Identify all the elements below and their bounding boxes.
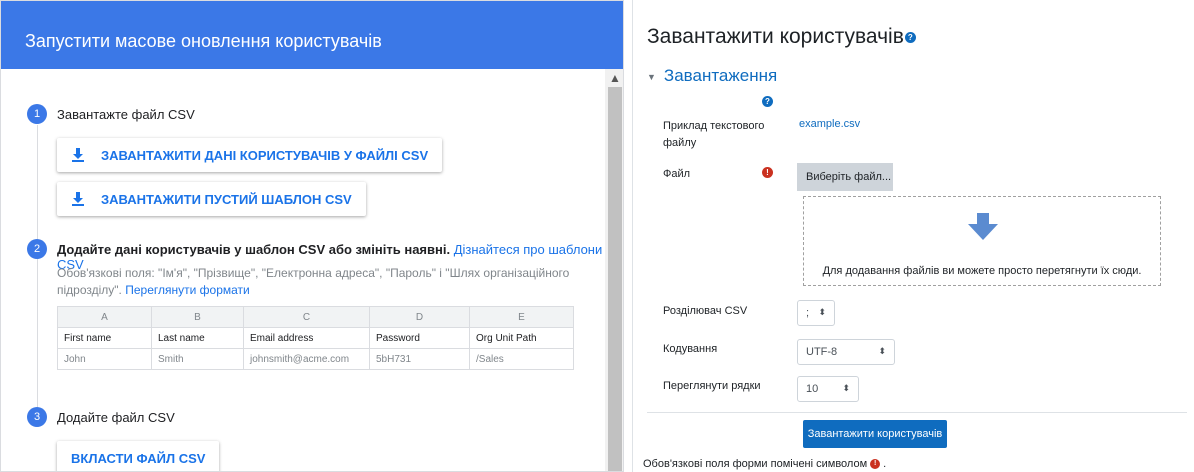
scroll-up-arrow-icon[interactable]: ▲	[605, 69, 623, 87]
sheet-cell: Smith	[151, 348, 244, 370]
step-2-number: 2	[27, 239, 47, 259]
sheet-cell: 5bH731	[369, 348, 470, 370]
step-2-title-text: Додайте дані користувачів у шаблон CSV а…	[57, 242, 451, 257]
form-divider	[647, 412, 1187, 413]
sheet-column-header: A	[57, 306, 152, 328]
select-arrows-icon: ⬍	[878, 346, 886, 356]
upload-users-form: Завантажити користувачів? ▼ Завантаження …	[632, 0, 1194, 472]
attach-csv-label: ВКЛАСТИ ФАЙЛ CSV	[71, 450, 206, 466]
section-title: Завантаження	[663, 66, 778, 85]
encoding-select[interactable]: UTF-8 ⬍	[797, 339, 895, 365]
csv-example-sheet: A B C D E First name Last name Email add…	[57, 306, 574, 370]
scrollbar-thumb[interactable]	[608, 87, 622, 471]
file-drop-zone[interactable]: Для додавання файлів ви можете просто пе…	[803, 196, 1161, 286]
choose-file-button[interactable]: Виберіть файл...	[797, 163, 893, 191]
download-icon	[71, 148, 85, 162]
step-connector	[37, 257, 38, 407]
delimiter-select[interactable]: ; ⬍	[797, 300, 835, 326]
table-row: First name Last name Email address Passw…	[57, 327, 574, 349]
required-icon: !	[762, 167, 773, 178]
bulk-update-dialog: Запустити масове оновлення користувачів …	[0, 0, 624, 472]
required-fields-footer: Обов'язкові поля форми помічені символом…	[643, 458, 887, 470]
example-csv-link[interactable]: example.csv	[799, 118, 860, 130]
table-row: John Smith johnsmith@acme.com 5bH731 /Sa…	[57, 348, 574, 370]
page-title-text: Завантажити користувачів	[647, 25, 904, 48]
sheet-cell: Last name	[151, 327, 244, 349]
dialog-title: Запустити масове оновлення користувачів	[25, 31, 382, 51]
attach-csv-button[interactable]: ВКЛАСТИ ФАЙЛ CSV	[57, 441, 220, 471]
download-user-data-label: ЗАВАНТАЖИТИ ДАНІ КОРИСТУВАЧІВ У ФАЙЛІ CS…	[101, 147, 429, 163]
required-icon: !	[870, 459, 881, 470]
step-connector	[37, 125, 38, 239]
required-fields-note: Обов'язкові поля: "Ім'я", "Прізвище", "Е…	[57, 265, 577, 299]
sheet-cell: /Sales	[469, 348, 574, 370]
sheet-column-header: D	[369, 306, 470, 328]
step-1-title: Завантажте файл CSV	[57, 107, 195, 122]
sheet-cell: Password	[369, 327, 470, 349]
example-file-label: Приклад текстового файлу	[663, 120, 765, 149]
download-user-data-button[interactable]: ЗАВАНТАЖИТИ ДАНІ КОРИСТУВАЧІВ У ФАЙЛІ CS…	[57, 138, 443, 172]
sheet-cell: John	[57, 348, 152, 370]
sheet-column-header: C	[243, 306, 370, 328]
required-footer-text: Обов'язкові поля форми помічені символом	[643, 458, 868, 470]
encoding-value: UTF-8	[806, 346, 838, 358]
caret-down-icon: ▼	[647, 71, 656, 82]
encoding-label: Кодування	[663, 343, 718, 355]
drop-zone-text: Для додавання файлів ви можете просто пе…	[822, 265, 1142, 277]
download-icon	[71, 192, 85, 206]
help-icon[interactable]: ?	[762, 96, 773, 107]
sheet-cell: johnsmith@acme.com	[243, 348, 370, 370]
preview-rows-value: 10	[806, 383, 819, 395]
step-3-number: 3	[27, 407, 47, 427]
delimiter-label: Розділювач CSV	[663, 305, 748, 317]
sheet-column-header: B	[151, 306, 244, 328]
page-title: Завантажити користувачів?	[647, 25, 916, 49]
dialog-header: Запустити масове оновлення користувачів	[1, 1, 623, 69]
step-3-title: Додайте файл CSV	[57, 410, 175, 425]
help-icon[interactable]: ?	[904, 31, 916, 43]
upload-users-button[interactable]: Завантажити користувачів	[803, 420, 947, 448]
preview-rows-label: Переглянути рядки	[663, 380, 761, 392]
download-template-label: ЗАВАНТАЖИТИ ПУСТИЙ ШАБЛОН CSV	[101, 191, 352, 207]
preview-rows-select[interactable]: 10 ⬍	[797, 376, 859, 402]
sheet-cell: First name	[57, 327, 152, 349]
down-arrow-icon	[968, 213, 998, 240]
delimiter-value: ;	[806, 307, 810, 319]
file-label: Файл	[663, 168, 691, 180]
download-template-button[interactable]: ЗАВАНТАЖИТИ ПУСТИЙ ШАБЛОН CSV	[57, 182, 366, 216]
upload-section-toggle[interactable]: ▼ Завантаження	[647, 66, 777, 86]
sheet-cell: Email address	[243, 327, 370, 349]
view-formats-link[interactable]: Переглянути формати	[125, 283, 250, 297]
step-1-number: 1	[27, 104, 47, 124]
sheet-column-header: E	[469, 306, 574, 328]
select-arrows-icon: ⬍	[842, 383, 850, 393]
sheet-cell: Org Unit Path	[469, 327, 574, 349]
select-arrows-icon: ⬍	[818, 307, 826, 317]
